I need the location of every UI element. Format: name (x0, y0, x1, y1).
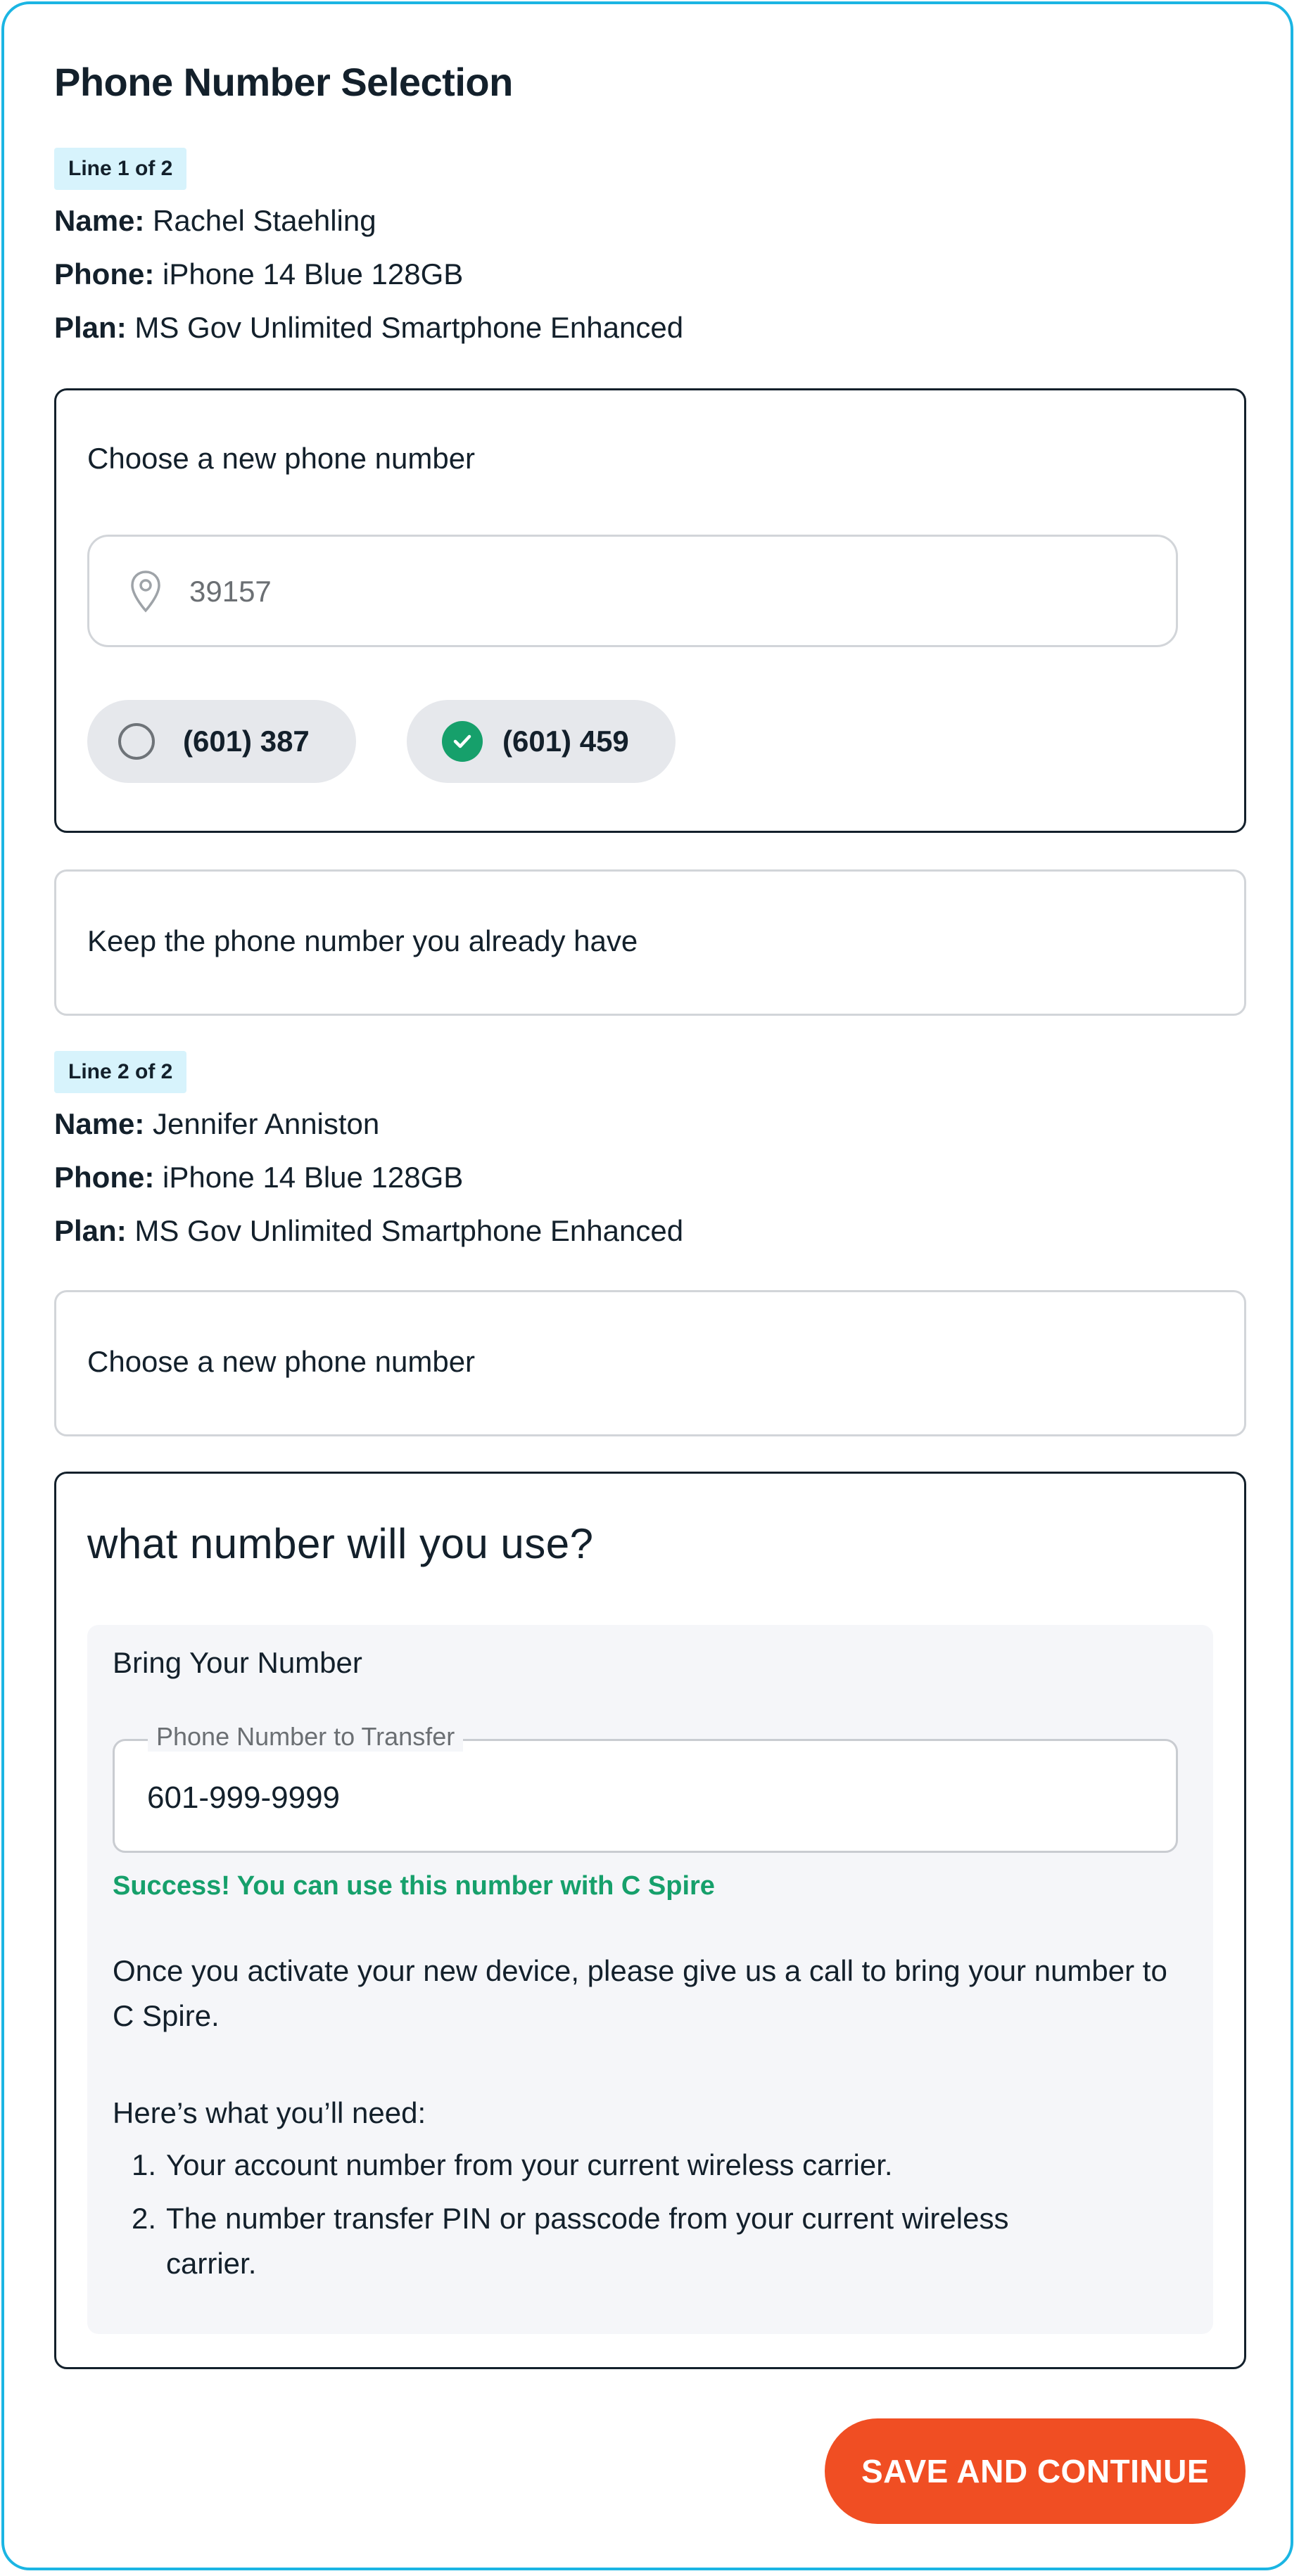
keep-existing-number-label: Keep the phone number you already have (87, 924, 638, 957)
list-item-number: 2. (131, 2202, 156, 2235)
name-label: Name: (54, 1107, 145, 1140)
success-message: Success! You can use this number with C … (113, 1871, 715, 1901)
list-item-number: 1. (131, 2148, 156, 2181)
bring-your-number-title: Bring Your Number (113, 1646, 362, 1679)
line1-name-row: Name: Rachel Staehling (54, 204, 376, 238)
checkmark-selected-icon[interactable] (442, 721, 483, 762)
location-pin-icon (131, 570, 160, 613)
save-and-continue-button[interactable]: SAVE AND CONTINUE (825, 2418, 1246, 2524)
transfer-number-field[interactable] (113, 1739, 1178, 1853)
number-option-label: (601) 459 (502, 725, 629, 758)
number-option-601-387[interactable]: (601) 387 (87, 700, 356, 783)
needs-list: 1. Your account number from your current… (113, 2143, 1140, 2286)
line2-phone-row: Phone: iPhone 14 Blue 128GB (54, 1161, 463, 1194)
zip-search-field[interactable] (87, 535, 1178, 647)
line-badge: Line 1 of 2 (54, 148, 187, 190)
plan-value: MS Gov Unlimited Smartphone Enhanced (126, 1214, 684, 1247)
line1-plan-row: Plan: MS Gov Unlimited Smartphone Enhanc… (54, 311, 683, 345)
number-question-heading: what number will you use? (87, 1520, 594, 1567)
name-value: Jennifer Anniston (144, 1107, 380, 1140)
list-item-text: The number transfer PIN or passcode from… (166, 2202, 1009, 2280)
phone-label: Phone: (54, 257, 155, 291)
plan-label: Plan: (54, 1214, 127, 1247)
choose-new-number-label: Choose a new phone number (87, 442, 476, 475)
page-title: Phone Number Selection (54, 60, 513, 104)
plan-value: MS Gov Unlimited Smartphone Enhanced (126, 311, 684, 344)
transfer-number-legend: Phone Number to Transfer (148, 1722, 464, 1752)
phone-label: Phone: (54, 1161, 155, 1194)
choose-new-number-label: Choose a new phone number (87, 1345, 476, 1378)
number-option-label: (601) 387 (183, 725, 310, 758)
plan-label: Plan: (54, 311, 127, 344)
needs-heading: Here’s what you’ll need: (113, 2096, 426, 2129)
number-option-601-459[interactable]: (601) 459 (407, 700, 676, 783)
transfer-number-input[interactable] (146, 1762, 1134, 1834)
list-item: 2. The number transfer PIN or passcode f… (113, 2196, 1140, 2286)
phone-value: iPhone 14 Blue 128GB (154, 257, 464, 291)
line2-name-row: Name: Jennifer Anniston (54, 1107, 379, 1141)
line1-phone-row: Phone: iPhone 14 Blue 128GB (54, 257, 463, 291)
activate-instructions: Once you activate your new device, pleas… (113, 1954, 1167, 2032)
line-badge: Line 2 of 2 (54, 1051, 187, 1093)
zip-input[interactable] (188, 537, 1162, 646)
name-label: Name: (54, 204, 145, 237)
list-item-text: Your account number from your current wi… (166, 2148, 893, 2181)
phone-value: iPhone 14 Blue 128GB (154, 1161, 464, 1194)
list-item: 1. Your account number from your current… (113, 2143, 1140, 2188)
radio-unselected-icon[interactable] (118, 723, 155, 760)
name-value: Rachel Staehling (144, 204, 376, 237)
line2-plan-row: Plan: MS Gov Unlimited Smartphone Enhanc… (54, 1214, 683, 1248)
